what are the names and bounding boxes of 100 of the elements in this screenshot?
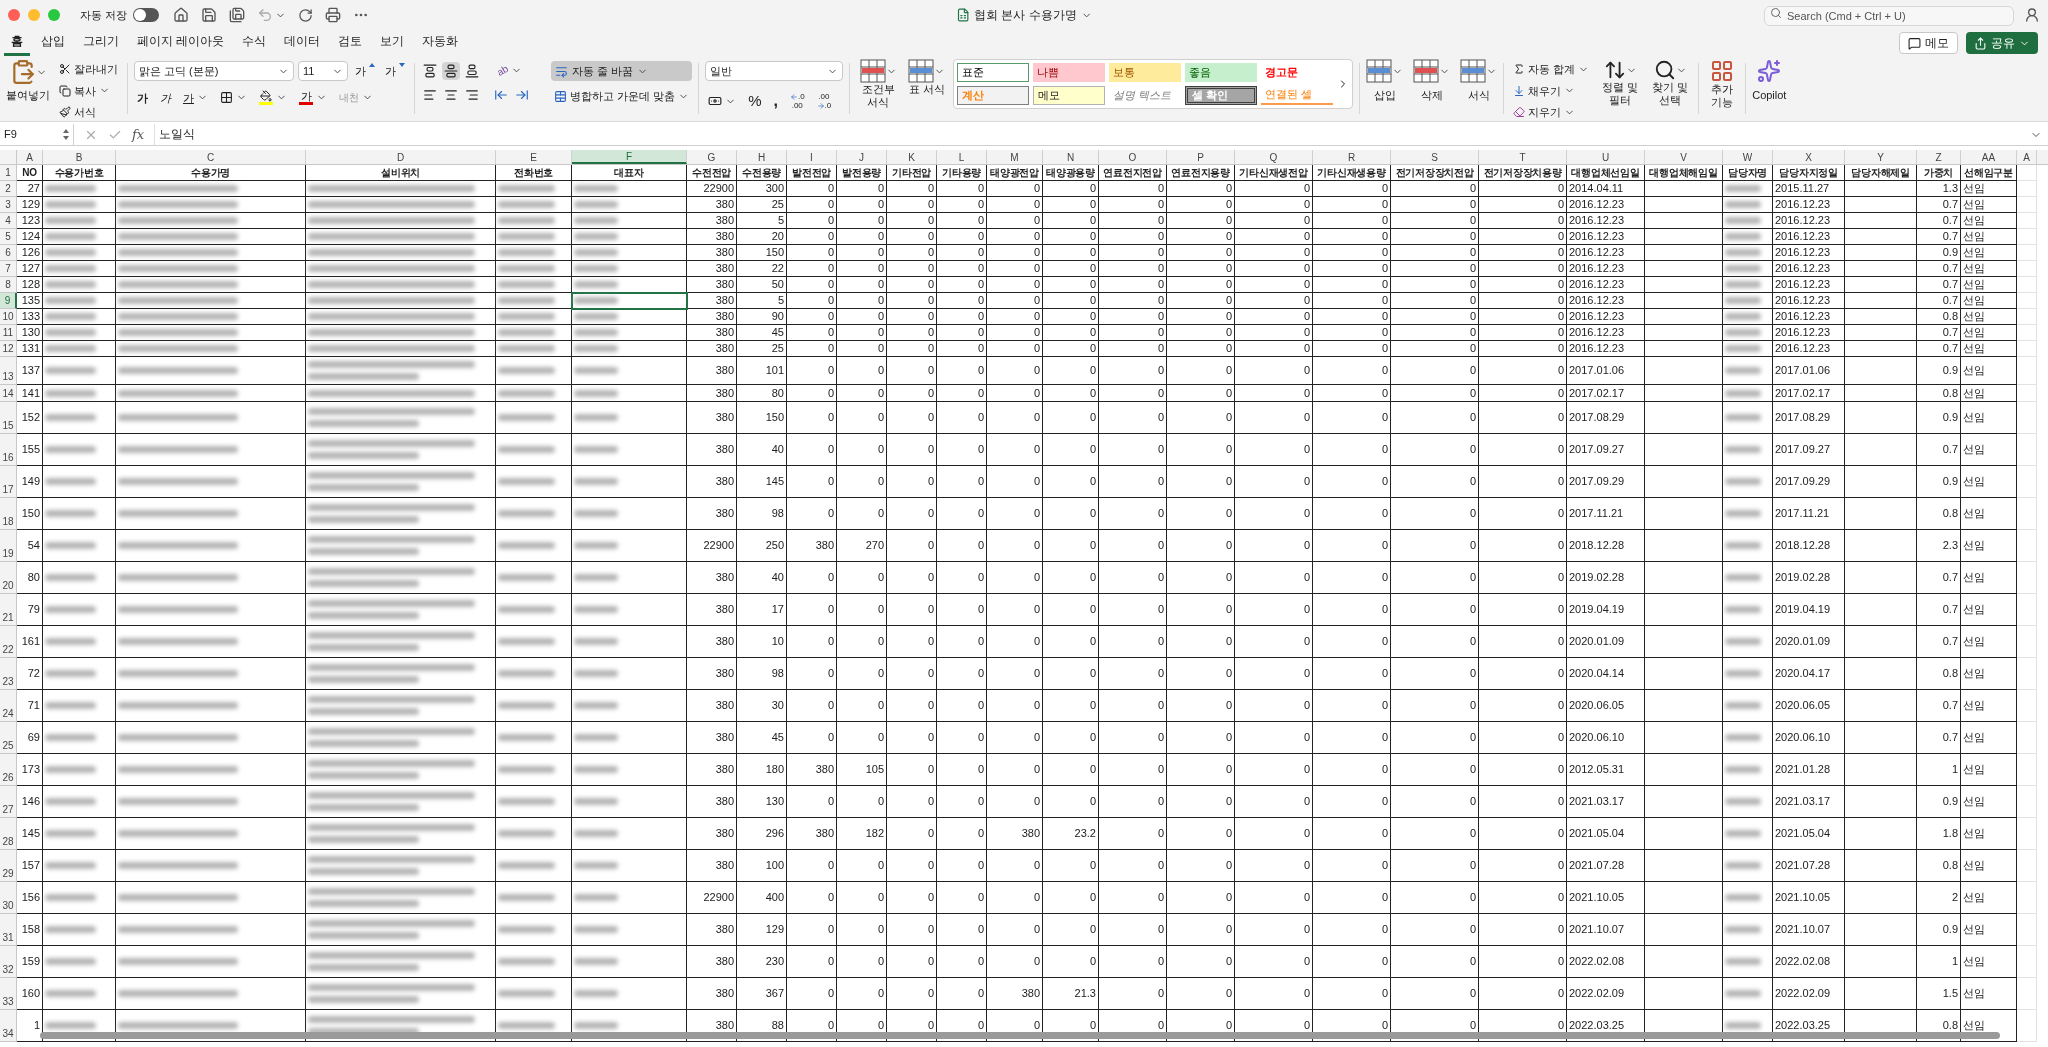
- row-header[interactable]: 8: [0, 277, 17, 293]
- column-header[interactable]: A: [2017, 150, 2037, 164]
- cut-button[interactable]: 잘라내기: [56, 59, 121, 80]
- row-header[interactable]: 26: [0, 754, 17, 786]
- column-header[interactable]: L: [937, 150, 987, 164]
- row-header[interactable]: 22: [0, 626, 17, 658]
- row-header[interactable]: 1: [0, 165, 17, 181]
- cell-style-option[interactable]: 나쁨: [1033, 63, 1106, 82]
- row-header[interactable]: 28: [0, 818, 17, 850]
- format-cells-button[interactable]: 서식: [1460, 59, 1498, 104]
- column-header[interactable]: Y: [1845, 150, 1917, 164]
- row-header[interactable]: 29: [0, 850, 17, 882]
- conditional-formatting-button[interactable]: 조건부 서식: [856, 59, 901, 109]
- copilot-button[interactable]: Copilot: [1752, 59, 1787, 118]
- row-header[interactable]: 12: [0, 341, 17, 357]
- ribbon-tab[interactable]: 그리기: [76, 32, 126, 56]
- clear-button[interactable]: 지우기: [1510, 102, 1593, 123]
- column-header[interactable]: R: [1313, 150, 1391, 164]
- column-header[interactable]: M: [987, 150, 1043, 164]
- row-header[interactable]: 34: [0, 1010, 17, 1042]
- decrease-decimal-button[interactable]: .00 .0: [813, 92, 835, 110]
- cell-style-option[interactable]: 표준: [957, 63, 1030, 82]
- column-header[interactable]: P: [1167, 150, 1235, 164]
- merge-center-button[interactable]: 병합하고 가운데 맞춤: [551, 86, 693, 107]
- column-header[interactable]: Q: [1235, 150, 1313, 164]
- column-header[interactable]: U: [1567, 150, 1645, 164]
- copy-button[interactable]: 복사: [56, 80, 121, 101]
- ribbon-tab[interactable]: 데이터: [277, 32, 328, 56]
- row-header[interactable]: 14: [0, 385, 17, 402]
- row-header[interactable]: 27: [0, 786, 17, 818]
- percent-button[interactable]: %: [745, 87, 765, 115]
- row-header[interactable]: 31: [0, 914, 17, 946]
- row-header[interactable]: 9: [0, 293, 17, 309]
- ribbon-tab[interactable]: 삽입: [34, 32, 72, 56]
- number-format-dropdown[interactable]: 일반: [705, 61, 844, 81]
- row-header[interactable]: 10: [0, 309, 17, 325]
- ribbon-tab[interactable]: 보기: [373, 32, 412, 56]
- column-header[interactable]: G: [687, 150, 737, 164]
- row-header[interactable]: 23: [0, 658, 17, 690]
- row-header[interactable]: 20: [0, 562, 17, 594]
- row-header[interactable]: 21: [0, 594, 17, 626]
- row-header[interactable]: 15: [0, 402, 17, 434]
- column-header[interactable]: W: [1723, 150, 1773, 164]
- align-middle-button[interactable]: [442, 61, 460, 80]
- row-header[interactable]: 33: [0, 978, 17, 1010]
- save-as-icon[interactable]: [229, 7, 246, 23]
- column-header[interactable]: I: [787, 150, 837, 164]
- font-color-button[interactable]: 가: [296, 88, 330, 107]
- comma-style-button[interactable]: ,: [770, 87, 781, 115]
- cell-style-option[interactable]: 메모: [1033, 86, 1106, 105]
- column-header[interactable]: Z: [1917, 150, 1961, 164]
- row-header[interactable]: 11: [0, 325, 17, 341]
- row-header[interactable]: 32: [0, 946, 17, 978]
- close-window-button[interactable]: [8, 9, 20, 21]
- redo-icon[interactable]: [298, 7, 314, 23]
- cell-style-option[interactable]: 좋음: [1185, 63, 1258, 82]
- insert-cells-button[interactable]: 삽입: [1366, 59, 1404, 104]
- column-header[interactable]: N: [1043, 150, 1099, 164]
- ribbon-tab[interactable]: 자동화: [415, 32, 466, 56]
- row-header[interactable]: 17: [0, 466, 17, 498]
- format-painter-button[interactable]: 서식: [56, 102, 121, 123]
- column-header[interactable]: T: [1479, 150, 1567, 164]
- ribbon-tab[interactable]: 페이지 레이아웃: [130, 32, 232, 56]
- ribbon-tab[interactable]: 수식: [235, 32, 274, 56]
- bold-button[interactable]: 가: [134, 87, 151, 108]
- save-icon[interactable]: [201, 7, 218, 23]
- grow-font-button[interactable]: 가: [352, 61, 378, 82]
- sort-filter-button[interactable]: 정렬 및 필터: [1600, 59, 1641, 107]
- column-header[interactable]: J: [837, 150, 887, 164]
- add-ins-button[interactable]: 추가 기능: [1705, 59, 1740, 118]
- comments-button[interactable]: 메모: [1899, 32, 1958, 54]
- row-header[interactable]: 18: [0, 498, 17, 530]
- row-header[interactable]: 16: [0, 434, 17, 466]
- increase-decimal-button[interactable]: .0 .00: [786, 92, 808, 110]
- column-header[interactable]: B: [43, 150, 116, 164]
- row-header[interactable]: 4: [0, 213, 17, 229]
- row-header[interactable]: 2: [0, 181, 17, 197]
- row-header[interactable]: 6: [0, 245, 17, 261]
- underline-button[interactable]: 가: [180, 87, 211, 108]
- name-box[interactable]: F9: [0, 124, 74, 145]
- horizontal-scrollbar[interactable]: [40, 1032, 2000, 1039]
- column-header[interactable]: H: [737, 150, 787, 164]
- wrap-text-button[interactable]: 자동 줄 바꿈: [551, 61, 693, 81]
- find-select-button[interactable]: 찾기 및 선택: [1648, 59, 1693, 107]
- row-header[interactable]: 7: [0, 261, 17, 277]
- column-header[interactable]: K: [887, 150, 937, 164]
- row-header[interactable]: 19: [0, 530, 17, 562]
- orientation-button[interactable]: ab: [494, 61, 526, 80]
- formula-input[interactable]: 노일식: [154, 124, 2024, 145]
- home-icon[interactable]: [173, 7, 190, 23]
- row-header[interactable]: 5: [0, 229, 17, 245]
- column-header[interactable]: A: [17, 150, 43, 164]
- column-header[interactable]: D: [306, 150, 496, 164]
- column-header[interactable]: V: [1645, 150, 1723, 164]
- font-size-dropdown[interactable]: 11: [298, 61, 348, 82]
- row-header[interactable]: 30: [0, 882, 17, 914]
- cell-style-option[interactable]: 경고문: [1261, 63, 1334, 82]
- insert-function-button[interactable]: fx: [132, 124, 145, 145]
- shrink-font-button[interactable]: 가: [382, 61, 408, 82]
- autosave-toggle[interactable]: [133, 8, 160, 22]
